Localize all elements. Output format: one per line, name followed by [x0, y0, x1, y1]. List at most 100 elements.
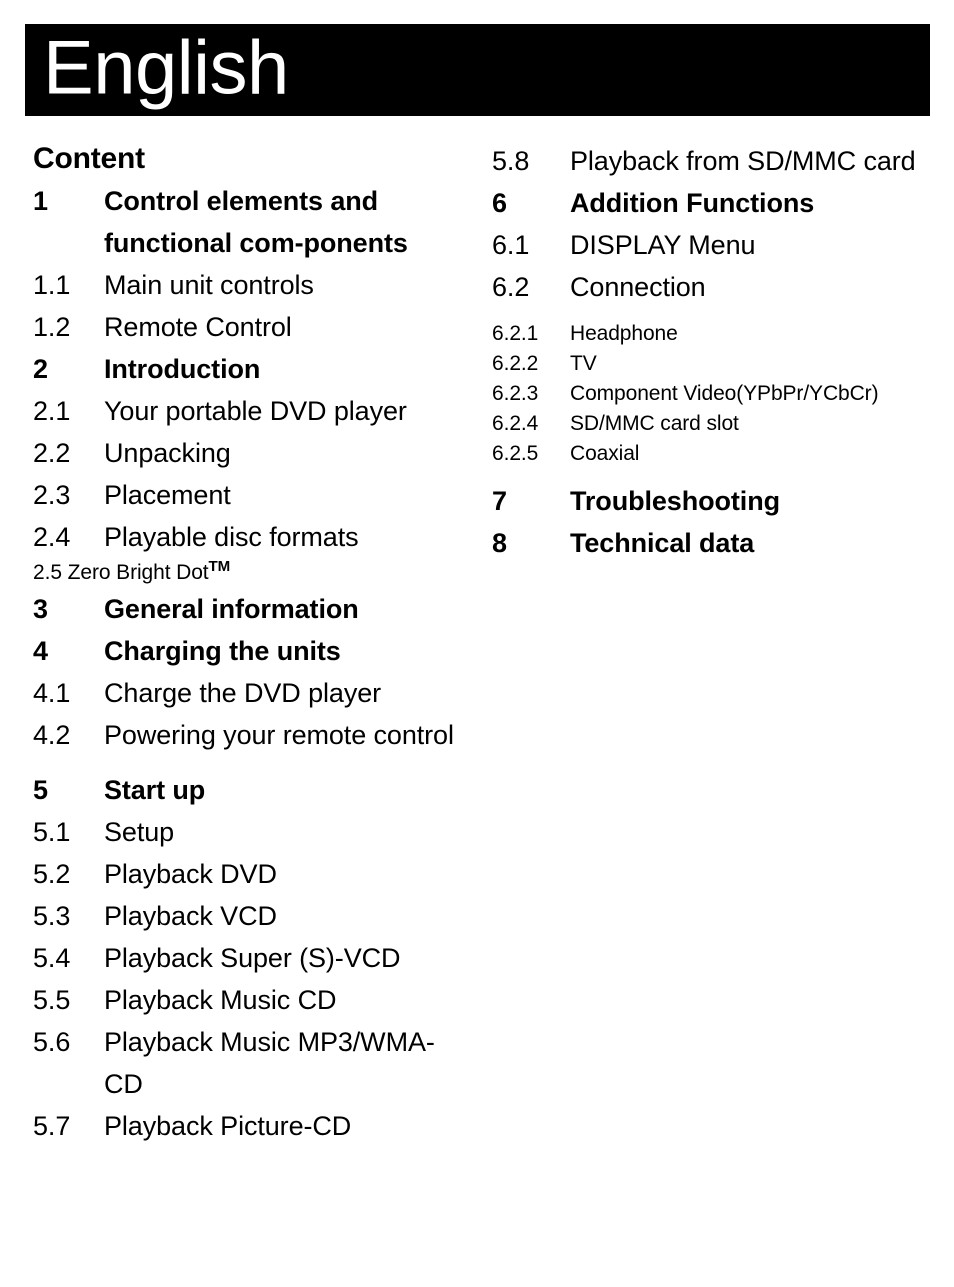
toc-entry-number: 5.3: [33, 901, 71, 931]
toc-entry-5-3[interactable]: 5.3 Playback VCD: [33, 895, 473, 937]
toc-entry-3[interactable]: 3 General information: [33, 588, 473, 630]
toc-entry-number: 5: [33, 775, 48, 805]
toc-entry-label: Charging the units: [104, 636, 341, 666]
toc-entry-2-5[interactable]: 2.5 Zero Bright DotTM: [33, 558, 473, 588]
toc-entry-2[interactable]: 2 Introduction: [33, 348, 473, 390]
toc-entry-4-2[interactable]: 4.2 Powering your remote control: [33, 714, 473, 756]
toc-entry-label: General information: [104, 594, 359, 624]
toc-entry-label: Powering your remote control: [104, 720, 454, 750]
toc-entry-label: Zero Bright Dot: [67, 561, 209, 584]
toc-entry-2-1[interactable]: 2.1 Your portable DVD player: [33, 390, 473, 432]
content-heading: Content: [33, 142, 145, 175]
toc-entry-6-2-5[interactable]: 6.2.5 Coaxial: [492, 439, 937, 469]
toc-entry-7[interactable]: 7 Troubleshooting: [492, 480, 937, 522]
toc-entry-label: Connection: [570, 272, 706, 302]
toc-entry-number: 5.6: [33, 1027, 71, 1057]
toc-column-left: Content 1 Control elements and functiona…: [33, 140, 473, 1147]
toc-entry-2-3[interactable]: 2.3 Placement: [33, 474, 473, 516]
trademark-symbol: TM: [208, 558, 231, 575]
toc-entry-4[interactable]: 4 Charging the units: [33, 630, 473, 672]
toc-entry-number: 8: [492, 528, 507, 558]
toc-entry-5[interactable]: 5 Start up: [33, 769, 473, 811]
toc-entry-label: Unpacking: [104, 438, 231, 468]
toc-entry-number: 6.2.5: [492, 442, 539, 465]
toc-entry-label: Playback VCD: [104, 901, 277, 931]
toc-entry-number: 5.5: [33, 985, 71, 1015]
toc-entry-number: 3: [33, 594, 48, 624]
toc-entry-number: 5.2: [33, 859, 71, 889]
toc-entry-label: Start up: [104, 775, 206, 805]
toc-entry-number: 5.4: [33, 943, 71, 973]
toc-entry-8[interactable]: 8 Technical data: [492, 522, 937, 564]
toc-column-right: 5.8 Playback from SD/MMC card 6 Addition…: [492, 140, 937, 564]
toc-entry-1[interactable]: 1 Control elements and functional com-po…: [33, 180, 473, 264]
toc-entry-6-2-3[interactable]: 6.2.3 Component Video(YPbPr/YCbCr): [492, 379, 937, 409]
toc-entry-label: TV: [570, 352, 597, 375]
toc-entry-number: 4: [33, 636, 48, 666]
toc-entry-number: 2.2: [33, 438, 71, 468]
toc-entry-number: 6.2.4: [492, 412, 539, 435]
toc-entry-6-2-4[interactable]: 6.2.4 SD/MMC card slot: [492, 409, 937, 439]
toc-entry-label: Setup: [104, 817, 175, 847]
toc-entry-1-1[interactable]: 1.1 Main unit controls: [33, 264, 473, 306]
toc-entry-label: Playback from SD/MMC card: [570, 146, 916, 176]
toc-entry-label: Addition Functions: [570, 188, 815, 218]
toc-entry-6-2-2[interactable]: 6.2.2 TV: [492, 349, 937, 379]
toc-entry-number: 6.2.2: [492, 352, 539, 375]
toc-entry-label: DISPLAY Menu: [570, 230, 756, 260]
toc-entry-label: Main unit controls: [104, 270, 314, 300]
toc-entry-5-4[interactable]: 5.4 Playback Super (S)-VCD: [33, 937, 473, 979]
toc-entry-number: 1: [33, 186, 48, 216]
toc-entry-number: 4.1: [33, 678, 71, 708]
toc-entry-5-7[interactable]: 5.7 Playback Picture-CD: [33, 1105, 473, 1147]
toc-entry-number: 5.8: [492, 146, 530, 176]
toc-entry-number: 2: [33, 354, 48, 384]
toc-entry-6[interactable]: 6 Addition Functions: [492, 182, 937, 224]
toc-entry-5-1[interactable]: 5.1 Setup: [33, 811, 473, 853]
toc-entry-1-2[interactable]: 1.2 Remote Control: [33, 306, 473, 348]
toc-entry-4-1[interactable]: 4.1 Charge the DVD player: [33, 672, 473, 714]
toc-entry-label: Charge the DVD player: [104, 678, 382, 708]
toc-entry-label: Playback DVD: [104, 859, 277, 889]
toc-entry-number: 2.4: [33, 522, 71, 552]
toc-entry-label: Introduction: [104, 354, 261, 384]
toc-entry-6-1[interactable]: 6.1 DISPLAY Menu: [492, 224, 937, 266]
toc-entry-label: Placement: [104, 480, 231, 510]
toc-entry-label: Playback Picture-CD: [104, 1111, 352, 1141]
toc-entry-6-2-1[interactable]: 6.2.1 Headphone: [492, 319, 937, 349]
toc-entry-label: Playable disc formats: [104, 522, 359, 552]
language-banner: English: [25, 24, 930, 116]
toc-entry-number: 1.2: [33, 312, 71, 342]
toc-entry-2-2[interactable]: 2.2 Unpacking: [33, 432, 473, 474]
toc-entry-number: 5.7: [33, 1111, 71, 1141]
toc-entry-number: 1.1: [33, 270, 71, 300]
toc-entry-label: Coaxial: [570, 442, 640, 465]
toc-entry-number: 7: [492, 486, 507, 516]
toc-entry-number: 2.3: [33, 480, 71, 510]
toc-entry-label: Playback Music MP3/WMA-CD: [104, 1027, 435, 1099]
toc-entry-label: Troubleshooting: [570, 486, 780, 516]
toc-entry-number: 5.1: [33, 817, 71, 847]
toc-entry-label: Headphone: [570, 322, 678, 345]
toc-entry-2-4[interactable]: 2.4 Playable disc formats: [33, 516, 473, 558]
toc-entry-5-5[interactable]: 5.5 Playback Music CD: [33, 979, 473, 1021]
toc-entry-5-8[interactable]: 5.8 Playback from SD/MMC card: [492, 140, 937, 182]
language-banner-title: English: [43, 25, 289, 111]
toc-entry-number: 4.2: [33, 720, 71, 750]
toc-entry-number: 6: [492, 188, 507, 218]
toc-entry-5-2[interactable]: 5.2 Playback DVD: [33, 853, 473, 895]
toc-entry-number: 6.2.3: [492, 382, 539, 405]
toc-entry-label: Component Video(YPbPr/YCbCr): [570, 382, 879, 405]
toc-entry-5-6[interactable]: 5.6 Playback Music MP3/WMA-CD: [33, 1021, 473, 1105]
toc-entry-label: Your portable DVD player: [104, 396, 407, 426]
toc-entry-label: Control elements and functional com-pone…: [104, 186, 408, 258]
toc-entry-6-2[interactable]: 6.2 Connection: [492, 266, 937, 308]
toc-entry-number: 2.1: [33, 396, 71, 426]
toc-entry-label: Playback Super (S)-VCD: [104, 943, 401, 973]
toc-entry-number: 6.1: [492, 230, 530, 260]
toc-entry-label: Technical data: [570, 528, 755, 558]
toc-entry-number: 6.2.1: [492, 322, 539, 345]
toc-entry-label: Remote Control: [104, 312, 292, 342]
toc-entry-number: 6.2: [492, 272, 530, 302]
toc-entry-label: SD/MMC card slot: [570, 412, 739, 435]
